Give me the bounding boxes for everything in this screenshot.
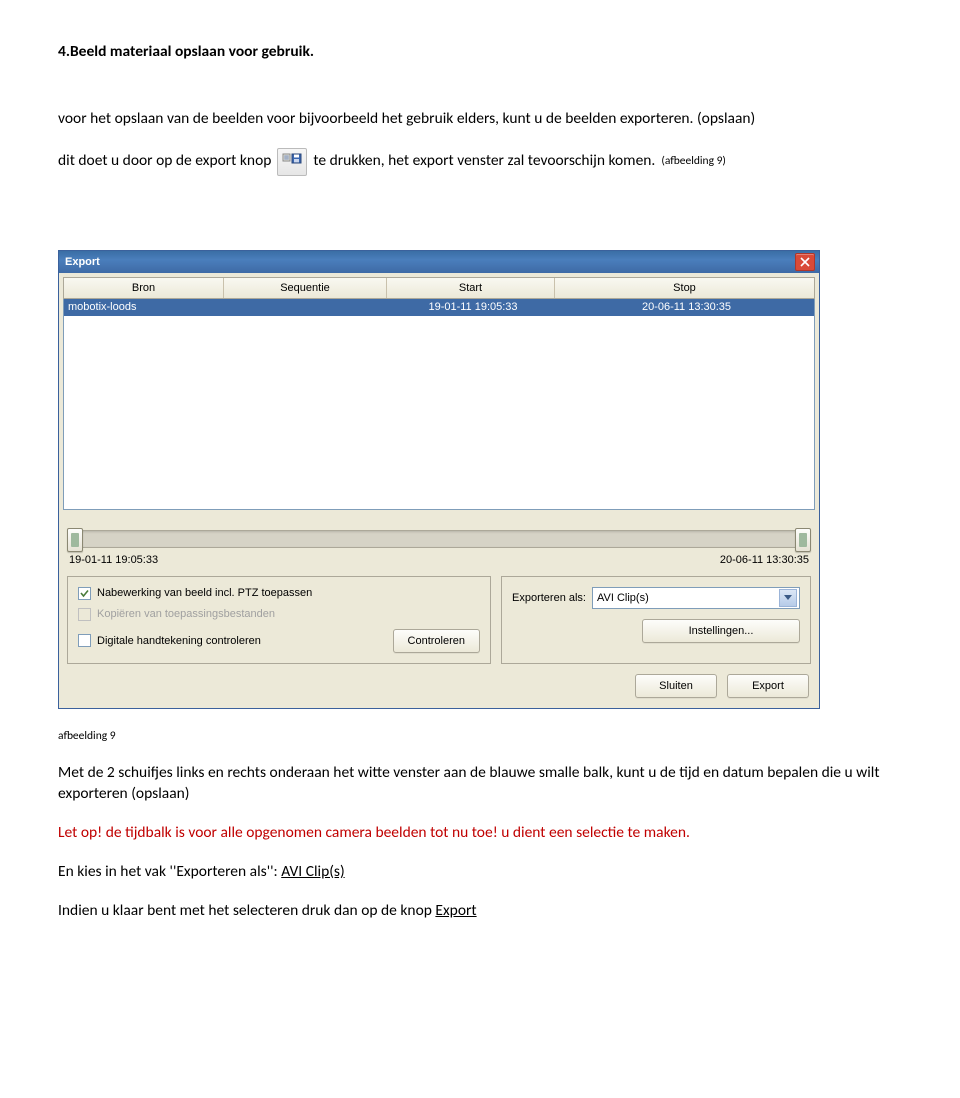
- close-button[interactable]: [795, 253, 815, 271]
- checkbox-kopieren-label: Kopiëren van toepassingsbestanden: [97, 608, 275, 620]
- cell-bron: mobotix-loods: [64, 301, 224, 313]
- slider-label-to: 20-06-11 13:30:35: [720, 554, 809, 566]
- export-als-label: Exporteren als:: [512, 592, 586, 604]
- close-icon: [800, 257, 810, 267]
- paragraph-5-text: Indien u klaar bent met het selecteren d…: [58, 901, 435, 920]
- paragraph-2-note: (afbeelding 9): [661, 154, 726, 170]
- section-heading: 4.Beeld materiaal opslaan voor gebruik.: [58, 42, 902, 61]
- options-zone: Nabewerking van beeld incl. PTZ toepasse…: [59, 570, 819, 674]
- table-row[interactable]: mobotix-loods 19-01-11 19:05:33 20-06-11…: [64, 299, 814, 316]
- paragraph-5: Indien u klaar bent met het selecteren d…: [58, 901, 902, 922]
- slider-handle-right[interactable]: [795, 528, 811, 552]
- figure-caption: afbeelding 9: [58, 729, 902, 743]
- checkbox-nabewerking-row: Nabewerking van beeld incl. PTZ toepasse…: [78, 587, 480, 600]
- paragraph-1: voor het opslaan van de beelden voor bij…: [58, 109, 902, 130]
- check-icon: [79, 588, 90, 599]
- window-titlebar: Export: [59, 251, 819, 273]
- slider-handle-left[interactable]: [67, 528, 83, 552]
- window-footer: Sluiten Export: [59, 674, 819, 708]
- paragraph-5-underlined: Export: [435, 901, 476, 920]
- export-als-value: AVI Clip(s): [597, 592, 649, 604]
- controleren-button[interactable]: Controleren: [393, 629, 480, 653]
- column-header-start[interactable]: Start: [387, 278, 555, 298]
- options-left-panel: Nabewerking van beeld incl. PTZ toepasse…: [67, 576, 491, 664]
- column-header-stop[interactable]: Stop: [555, 278, 814, 298]
- paragraph-4-underlined: AVI Clip(s): [281, 862, 344, 881]
- paragraph-2-part-a: dit doet u door op de export knop: [58, 151, 271, 172]
- options-right-panel: Exporteren als: AVI Clip(s) Instellingen…: [501, 576, 811, 664]
- export-window: Export Bron Sequentie Start Stop mobotix…: [58, 250, 820, 709]
- export-button[interactable]: Export: [727, 674, 809, 698]
- checkbox-digitale-row-wrap: Digitale handtekening controleren Contro…: [78, 629, 480, 653]
- chevron-down-icon: [779, 589, 797, 607]
- export-als-row: Exporteren als: AVI Clip(s): [512, 587, 800, 609]
- table-header-row: Bron Sequentie Start Stop: [63, 277, 815, 299]
- time-slider-zone: 19-01-11 19:05:33 20-06-11 13:30:35: [59, 514, 819, 570]
- paragraph-4-text: En kies in het vak ''Exporteren als'':: [58, 862, 281, 881]
- table-body: mobotix-loods 19-01-11 19:05:33 20-06-11…: [63, 299, 815, 510]
- slider-label-from: 19-01-11 19:05:33: [69, 554, 158, 566]
- checkbox-nabewerking[interactable]: [78, 587, 91, 600]
- instellingen-button[interactable]: Instellingen...: [642, 619, 800, 643]
- paragraph-3: Met de 2 schuifjes links en rechts onder…: [58, 763, 902, 805]
- warning-paragraph: Let op! de tijdbalk is voor alle opgenom…: [58, 823, 902, 844]
- checkbox-digitale-label: Digitale handtekening controleren: [97, 635, 261, 647]
- sluiten-button[interactable]: Sluiten: [635, 674, 717, 698]
- paragraph-4: En kies in het vak ''Exporteren als'': A…: [58, 862, 902, 883]
- checkbox-digitale-row: Digitale handtekening controleren: [78, 634, 383, 647]
- column-header-bron[interactable]: Bron: [64, 278, 224, 298]
- time-slider-track[interactable]: [67, 530, 811, 548]
- instellingen-row: Instellingen...: [512, 619, 800, 643]
- window-title: Export: [65, 256, 100, 268]
- cell-start: 19-01-11 19:05:33: [387, 301, 555, 313]
- export-save-icon: [277, 148, 307, 176]
- checkbox-kopieren: [78, 608, 91, 621]
- checkbox-kopieren-row: Kopiëren van toepassingsbestanden: [78, 608, 480, 621]
- paragraph-2-part-b: te drukken, het export venster zal tevoo…: [313, 151, 655, 172]
- table-area: Bron Sequentie Start Stop mobotix-loods …: [59, 273, 819, 514]
- checkbox-digitale[interactable]: [78, 634, 91, 647]
- slider-labels: 19-01-11 19:05:33 20-06-11 13:30:35: [67, 548, 811, 566]
- column-header-sequentie[interactable]: Sequentie: [224, 278, 387, 298]
- checkbox-nabewerking-label: Nabewerking van beeld incl. PTZ toepasse…: [97, 587, 312, 599]
- paragraph-2: dit doet u door op de export knop te dru…: [58, 148, 902, 176]
- cell-stop: 20-06-11 13:30:35: [555, 301, 814, 313]
- export-als-select[interactable]: AVI Clip(s): [592, 587, 800, 609]
